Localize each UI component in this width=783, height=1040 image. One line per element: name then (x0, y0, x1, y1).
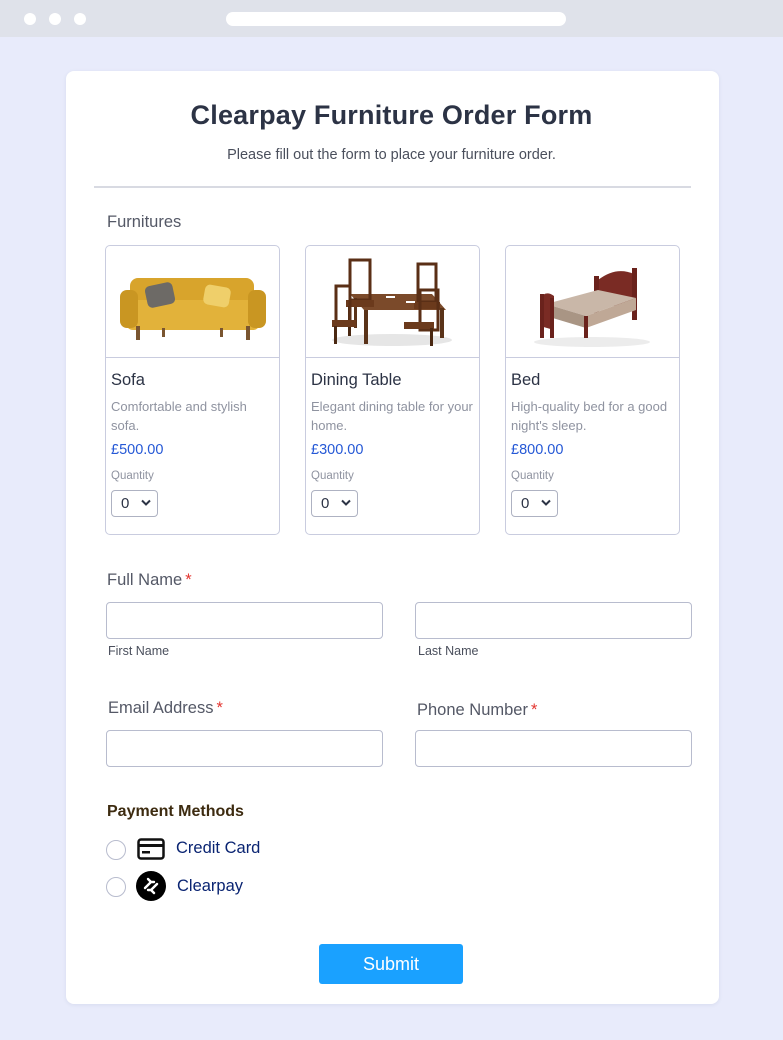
form-card (66, 71, 719, 1004)
furnitures-label: Furnitures (107, 213, 182, 231)
product-card-dining-table: Dining Table Elegant dining table for yo… (305, 245, 480, 535)
quantity-value: 0 (321, 495, 330, 512)
chevron-down-icon (341, 499, 351, 506)
product-name: Sofa (111, 371, 145, 389)
sofa-image (106, 246, 279, 358)
product-description: High-quality bed for a good night's slee… (511, 399, 668, 433)
window-dot (49, 13, 61, 25)
chevron-down-icon (141, 499, 151, 506)
credit-card-label[interactable]: Credit Card (176, 839, 260, 858)
credit-card-radio[interactable] (106, 840, 126, 860)
product-price: £500.00 (111, 442, 164, 458)
email-input[interactable] (106, 730, 383, 767)
dining-table-image (306, 246, 479, 358)
quantity-value: 0 (521, 495, 530, 512)
required-mark: * (530, 701, 538, 719)
full-name-label: Full Name * (107, 571, 192, 590)
submit-button[interactable]: Submit (319, 944, 463, 984)
email-label-text: Email Address (108, 699, 214, 717)
product-card-sofa: Sofa Comfortable and stylish sofa. £500.… (105, 245, 280, 535)
quantity-label: Quantity (311, 470, 354, 482)
clearpay-logo-icon (136, 871, 166, 901)
credit-card-icon (137, 838, 165, 860)
quantity-select[interactable]: 0 (311, 490, 358, 517)
product-name: Bed (511, 371, 541, 389)
product-card-bed: Bed High-quality bed for a good night's … (505, 245, 680, 535)
clearpay-radio[interactable] (106, 877, 126, 897)
product-price: £300.00 (311, 442, 364, 458)
window-dot (74, 13, 86, 25)
address-bar[interactable] (226, 12, 566, 26)
first-name-sublabel: First Name (108, 644, 170, 658)
form-title: Clearpay Furniture Order Form (190, 100, 593, 130)
last-name-input[interactable] (415, 602, 692, 639)
product-price: £800.00 (511, 442, 564, 458)
product-name: Dining Table (311, 371, 402, 389)
quantity-label: Quantity (511, 470, 554, 482)
first-name-input[interactable] (106, 602, 383, 639)
required-mark: * (185, 571, 192, 589)
payment-methods-label: Payment Methods (107, 803, 244, 820)
phone-input[interactable] (415, 730, 692, 767)
phone-label-text: Phone Number (417, 701, 528, 719)
bed-image (506, 246, 679, 358)
chevron-down-icon (541, 499, 551, 506)
window-dot (24, 13, 36, 25)
last-name-sublabel: Last Name (418, 644, 479, 658)
phone-label: Phone Number * (417, 701, 537, 720)
clearpay-label[interactable]: Clearpay (177, 877, 243, 896)
quantity-select[interactable]: 0 (511, 490, 558, 517)
quantity-label: Quantity (111, 470, 154, 482)
full-name-label-text: Full Name (107, 571, 183, 589)
product-description: Elegant dining table for your home. (311, 399, 473, 433)
browser-chrome (0, 0, 783, 37)
required-mark: * (216, 699, 223, 717)
product-description: Comfortable and stylish sofa. (111, 399, 247, 433)
header-divider (94, 186, 691, 188)
quantity-value: 0 (121, 495, 130, 512)
email-label: Email Address * (108, 699, 223, 718)
quantity-select[interactable]: 0 (111, 490, 158, 517)
form-subtitle: Please fill out the form to place your f… (227, 147, 556, 163)
